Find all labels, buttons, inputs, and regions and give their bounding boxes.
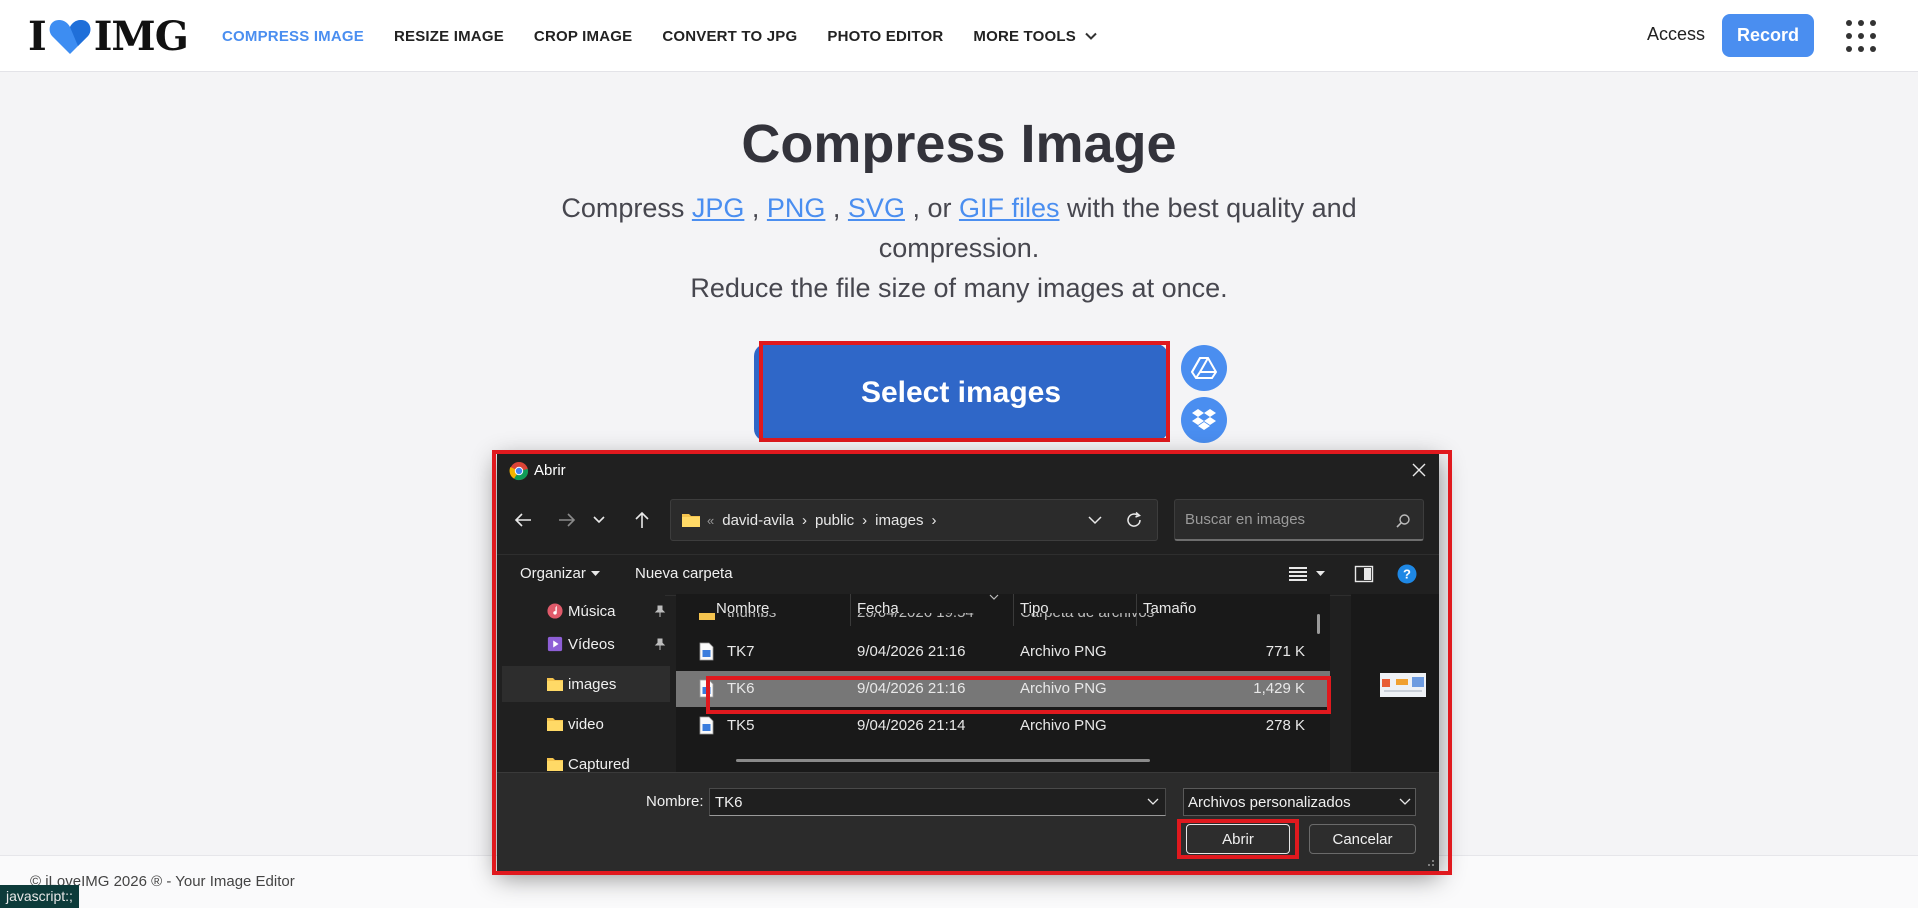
select-images-button[interactable]: Select images xyxy=(754,344,1168,441)
breadcrumb-separator-icon: › xyxy=(931,511,937,529)
search-icon xyxy=(1396,514,1410,528)
heart-logo-icon xyxy=(49,20,91,54)
page-title: Compress Image xyxy=(741,114,1177,174)
view-options-caret-icon[interactable] xyxy=(1316,571,1325,577)
folder-icon xyxy=(682,514,700,527)
back-arrow-icon[interactable] xyxy=(514,512,532,528)
preview-pane-icon[interactable] xyxy=(1354,564,1374,584)
file-row-tk5[interactable]: TK5 9/04/2026 21:14 Archivo PNG 278 K xyxy=(676,708,1330,744)
breadcrumb-separator-icon: › xyxy=(801,511,807,529)
pin-icon[interactable] xyxy=(654,638,666,650)
folder-icon xyxy=(547,758,563,771)
sidebar-item-musica[interactable]: Música xyxy=(502,593,670,629)
folder-icon xyxy=(699,613,715,620)
png-file-icon xyxy=(699,642,714,661)
preview-pane xyxy=(1351,594,1439,772)
png-file-icon xyxy=(699,679,714,698)
png-file-icon xyxy=(699,716,714,735)
subtitle-line-2: Reduce the file size of many images at o… xyxy=(690,273,1228,303)
dialog-footer xyxy=(497,772,1439,871)
search-input[interactable]: Buscar en images xyxy=(1174,499,1424,541)
organize-menu[interactable]: Organizar xyxy=(520,565,600,582)
sidebar-item-images[interactable]: images xyxy=(502,666,670,702)
sort-indicator-icon xyxy=(989,594,999,600)
sidebar-item-videos[interactable]: Vídeos xyxy=(502,626,670,662)
breadcrumb-images[interactable]: images xyxy=(875,512,923,529)
navigation-pane: Música Vídeos images video Captured xyxy=(497,594,683,772)
address-bar[interactable]: « david-avila › public › images › xyxy=(670,499,1158,541)
open-file-dialog: Abrir « david-avila › public › images › … xyxy=(497,454,1439,871)
dropbox-button[interactable] xyxy=(1181,397,1227,443)
horizontal-scrollbar[interactable] xyxy=(736,759,1150,762)
caret-down-icon xyxy=(590,570,600,576)
svg-text:?: ? xyxy=(1403,567,1411,582)
file-list: Nombre Fecha Tipo Tamaño thumbs 20/04/20… xyxy=(676,594,1330,772)
record-button[interactable]: Record xyxy=(1722,14,1814,57)
vertical-scrollbar[interactable] xyxy=(1317,614,1320,634)
cancel-button[interactable]: Cancelar xyxy=(1309,824,1416,854)
file-name-input[interactable]: TK6 xyxy=(709,788,1166,816)
google-drive-button[interactable] xyxy=(1181,345,1227,391)
open-button[interactable]: Abrir xyxy=(1186,824,1290,854)
chrome-icon xyxy=(509,462,529,481)
status-bar-tooltip: javascript:; xyxy=(0,885,79,908)
nav-photo-editor[interactable]: PHOTO EDITOR xyxy=(827,28,943,45)
chevron-down-icon[interactable] xyxy=(1147,798,1159,806)
file-type-select[interactable]: Archivos personalizados xyxy=(1183,788,1416,816)
up-arrow-icon[interactable] xyxy=(634,511,650,529)
sidebar-item-captured[interactable]: Captured xyxy=(502,746,670,772)
forward-arrow-icon[interactable] xyxy=(558,512,576,528)
brand-logo[interactable]: I IMG xyxy=(28,12,189,60)
sidebar-item-video[interactable]: video xyxy=(502,706,670,742)
breadcrumb-separator-icon: › xyxy=(862,511,868,529)
svg-link[interactable]: SVG xyxy=(848,193,905,223)
dropbox-icon xyxy=(1192,409,1216,430)
nav-resize-image[interactable]: RESIZE IMAGE xyxy=(394,28,504,45)
nav-more-tools[interactable]: MORE TOOLS xyxy=(973,28,1098,45)
file-name-label: Nombre: xyxy=(646,793,704,810)
image-preview-thumbnail xyxy=(1380,673,1426,697)
refresh-icon[interactable] xyxy=(1125,511,1143,529)
videos-icon xyxy=(547,636,563,652)
gif-link[interactable]: GIF files xyxy=(959,193,1060,223)
pin-icon[interactable] xyxy=(654,605,666,617)
address-history-chevron-icon[interactable] xyxy=(1088,515,1102,525)
main-nav: COMPRESS IMAGE RESIZE IMAGE CROP IMAGE C… xyxy=(222,0,1128,72)
page-subtitle: Compress JPG , PNG , SVG , or GIF files … xyxy=(561,193,1357,303)
breadcrumb-david-avila[interactable]: david-avila xyxy=(722,512,794,529)
breadcrumb-public[interactable]: public xyxy=(815,512,854,529)
access-link[interactable]: Access xyxy=(1647,24,1705,45)
resize-grip-icon[interactable] xyxy=(1423,855,1435,867)
png-link[interactable]: PNG xyxy=(767,193,826,223)
top-navbar: I IMG COMPRESS IMAGE RESIZE IMAGE CROP I… xyxy=(0,0,1918,72)
logo-letter-i: I xyxy=(28,12,47,60)
music-icon xyxy=(547,603,563,619)
nav-compress-image[interactable]: COMPRESS IMAGE xyxy=(222,28,364,45)
folder-icon xyxy=(547,678,563,691)
new-folder-button[interactable]: Nueva carpeta xyxy=(635,565,733,582)
file-row-tk6[interactable]: TK6 9/04/2026 21:16 Archivo PNG 1,429 K xyxy=(676,671,1330,707)
chevron-down-icon xyxy=(1399,798,1411,805)
nav-more-tools-label: MORE TOOLS xyxy=(973,27,1076,45)
nav-crop-image[interactable]: CROP IMAGE xyxy=(534,28,632,45)
google-drive-icon xyxy=(1191,357,1217,379)
folder-icon xyxy=(547,718,563,731)
recent-locations-chevron-icon[interactable] xyxy=(593,515,605,525)
file-row-tk7[interactable]: TK7 9/04/2026 21:16 Archivo PNG 771 K xyxy=(676,634,1330,670)
jpg-link[interactable]: JPG xyxy=(692,193,745,223)
nav-convert-to-jpg[interactable]: CONVERT TO JPG xyxy=(662,28,797,45)
close-icon[interactable] xyxy=(1411,462,1427,478)
partial-folder-row[interactable]: thumbs 20/04/2026 19:54 Carpeta de archi… xyxy=(676,613,1330,625)
apps-grid-icon[interactable] xyxy=(1844,18,1878,54)
logo-text-img: IMG xyxy=(93,12,189,60)
help-icon[interactable]: ? xyxy=(1397,564,1417,584)
chevron-down-icon xyxy=(1085,32,1097,40)
path-overflow: « xyxy=(707,512,715,528)
view-options-icon[interactable] xyxy=(1288,564,1308,584)
dialog-title: Abrir xyxy=(534,462,566,479)
